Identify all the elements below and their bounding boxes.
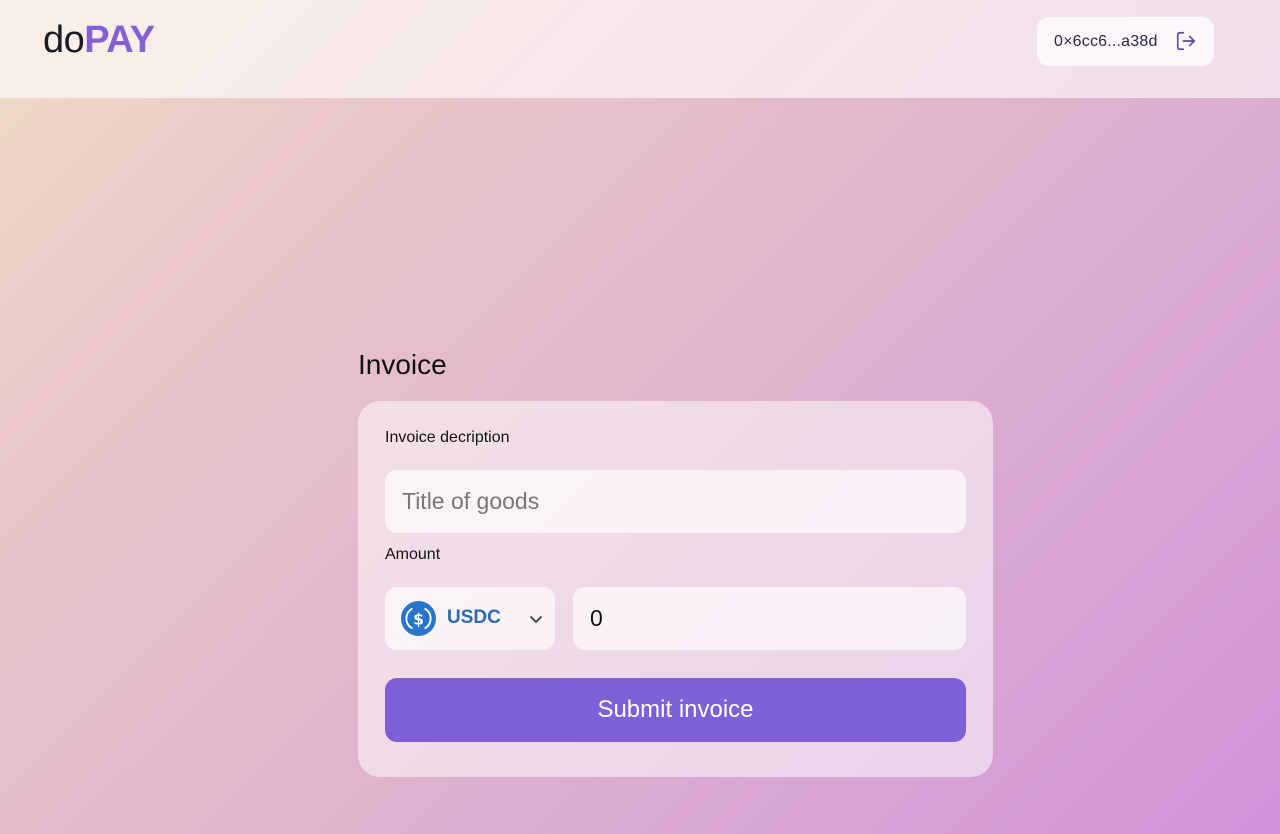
submit-invoice-button[interactable]: Submit invoice: [385, 678, 966, 742]
logo-prefix: do: [43, 19, 85, 61]
top-bar: doPAY 0×6cc6...a38d: [0, 0, 1280, 98]
amount-label: Amount: [385, 546, 441, 563]
token-symbol: USDC: [447, 607, 501, 628]
svg-text:$: $: [413, 610, 424, 628]
wallet-address: 0×6cc6...a38d: [1054, 32, 1158, 50]
usdc-icon: $: [401, 601, 436, 636]
description-label: Invoice decription: [385, 429, 510, 446]
wallet-badge[interactable]: 0×6cc6...a38d: [1037, 17, 1214, 66]
logo-suffix: PAY: [84, 19, 155, 61]
page-title: Invoice: [358, 349, 447, 380]
app-logo[interactable]: doPAY: [43, 18, 155, 62]
token-select[interactable]: $ USDC: [385, 587, 555, 650]
logout-icon[interactable]: [1175, 30, 1197, 52]
invoice-form: Invoice decription Amount $ USDC Submit …: [358, 401, 993, 777]
chevron-down-icon: [528, 611, 544, 627]
amount-input[interactable]: [573, 587, 966, 650]
description-input[interactable]: [385, 470, 966, 533]
